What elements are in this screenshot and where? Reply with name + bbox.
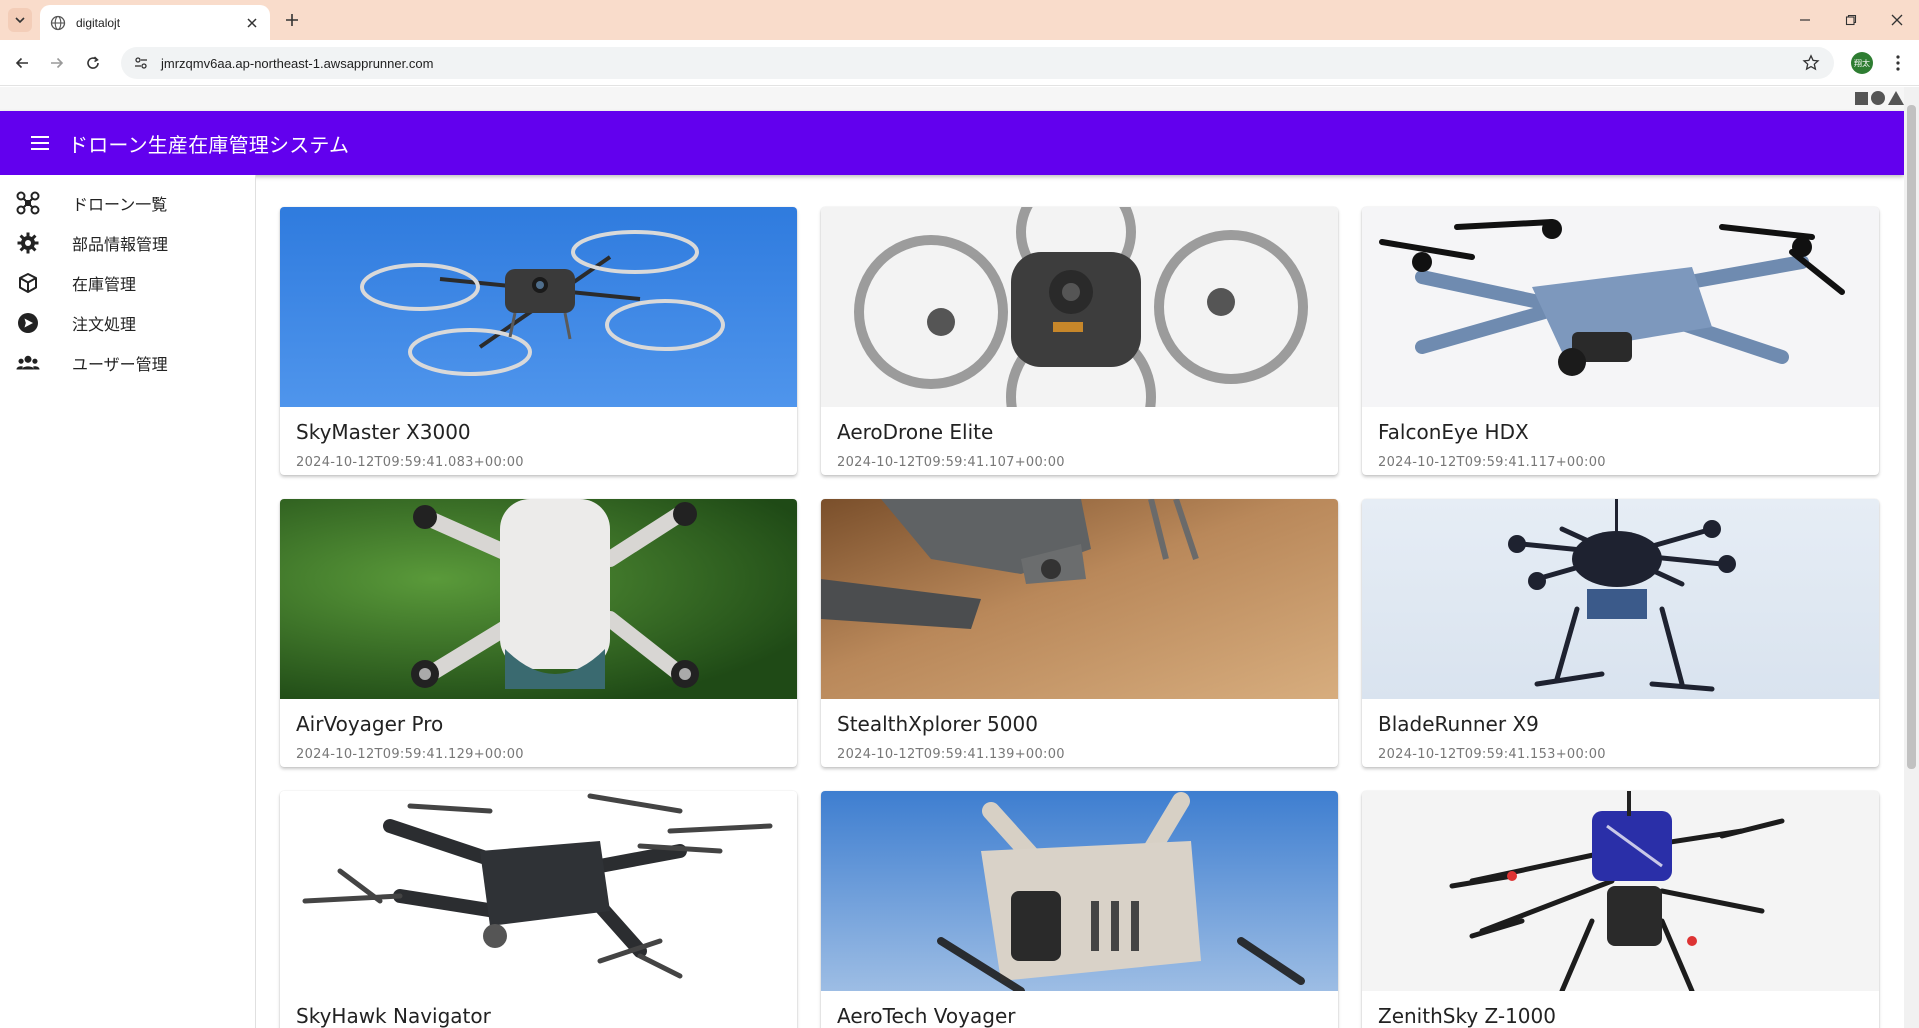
arrow-right-icon xyxy=(51,57,64,69)
drone-image xyxy=(821,207,1338,407)
drone-image xyxy=(280,499,797,699)
restore-icon xyxy=(1845,14,1857,26)
profile-avatar[interactable]: 翔太 xyxy=(1851,52,1873,74)
more-vert-icon xyxy=(1896,55,1900,71)
scrollbar-thumb[interactable] xyxy=(1907,105,1916,769)
nav-label: 注文処理 xyxy=(72,315,137,334)
menu-button[interactable] xyxy=(28,131,52,155)
drone-name: StealthXplorer 5000 xyxy=(837,712,1038,736)
drone-image xyxy=(1362,207,1879,407)
nav-label: ドローン一覧 xyxy=(72,195,168,214)
shape-indicators xyxy=(1855,91,1904,105)
drone-name: SkyMaster X3000 xyxy=(296,420,471,444)
drone-name: AeroTech Voyager xyxy=(837,1004,1016,1028)
page-scrollbar[interactable] xyxy=(1904,87,1919,1028)
new-tab-button[interactable] xyxy=(282,10,302,30)
drone-date: 2024-10-12T09:59:41.139+00:00 xyxy=(837,747,1065,762)
tab-search-button[interactable] xyxy=(8,8,32,32)
send-icon xyxy=(16,311,40,335)
drone-date: 2024-10-12T09:59:41.129+00:00 xyxy=(296,747,524,762)
browser-toolbar: jmrzqmv6aa.ap-northeast-1.awsapprunner.c… xyxy=(0,40,1919,86)
top-strip xyxy=(0,87,1904,111)
drone-card[interactable]: ZenithSky Z-1000 xyxy=(1362,791,1879,1028)
restore-button[interactable] xyxy=(1839,8,1863,32)
drone-name: ZenithSky Z-1000 xyxy=(1378,1004,1556,1028)
drone-image xyxy=(1362,499,1879,699)
drone-name: AeroDrone Elite xyxy=(837,420,994,444)
site-settings-icon[interactable] xyxy=(133,55,149,71)
plus-icon xyxy=(286,14,298,26)
drone-card[interactable]: BladeRunner X9 2024-10-12T09:59:41.153+0… xyxy=(1362,499,1879,767)
nav-label: ユーザー管理 xyxy=(72,355,168,374)
browser-menu-button[interactable] xyxy=(1888,52,1908,74)
drone-icon xyxy=(16,191,40,215)
drone-card[interactable]: SkyHawk Navigator xyxy=(280,791,797,1028)
chevron-down-icon xyxy=(15,17,25,24)
minimize-button[interactable] xyxy=(1793,8,1817,32)
reload-icon xyxy=(87,56,99,69)
reload-button[interactable] xyxy=(81,51,105,75)
nav-item-drone-list[interactable]: ドローン一覧 xyxy=(0,183,255,223)
drone-grid: SkyMaster X3000 2024-10-12T09:59:41.083+… xyxy=(280,207,1880,1028)
app-title: ドローン生産在庫管理システム xyxy=(68,132,350,157)
forward-button[interactable] xyxy=(45,51,69,75)
close-icon xyxy=(1891,14,1903,26)
hamburger-icon xyxy=(31,136,49,150)
drone-card[interactable]: FalconEye HDX 2024-10-12T09:59:41.117+00… xyxy=(1362,207,1879,475)
nav-label: 在庫管理 xyxy=(72,275,137,294)
drone-name: FalconEye HDX xyxy=(1378,420,1529,444)
nav-item-inventory[interactable]: 在庫管理 xyxy=(0,263,255,303)
drone-date: 2024-10-12T09:59:41.117+00:00 xyxy=(1378,455,1606,470)
drone-name: BladeRunner X9 xyxy=(1378,712,1539,736)
drone-date: 2024-10-12T09:59:41.153+00:00 xyxy=(1378,747,1606,762)
drone-card[interactable]: AeroDrone Elite 2024-10-12T09:59:41.107+… xyxy=(821,207,1338,475)
tab-title: digitalojt xyxy=(76,15,121,30)
url-text: jmrzqmv6aa.ap-northeast-1.awsapprunner.c… xyxy=(161,55,434,71)
browser-tab[interactable]: digitalojt xyxy=(40,5,270,40)
gear-icon xyxy=(16,231,40,255)
nav-drawer: ドローン一覧 部品情報管理 在庫管理 注文処理 ユーザー管理 xyxy=(0,175,256,1028)
triangle-icon xyxy=(1888,91,1904,105)
minimize-icon xyxy=(1800,19,1810,21)
drone-image xyxy=(1362,791,1879,991)
drone-date: 2024-10-12T09:59:41.107+00:00 xyxy=(837,455,1065,470)
drone-card[interactable]: AirVoyager Pro 2024-10-12T09:59:41.129+0… xyxy=(280,499,797,767)
drone-image xyxy=(821,791,1338,991)
drone-image xyxy=(821,499,1338,699)
page-viewport: ドローン生産在庫管理システム ドローン一覧 部品情報管理 在庫管理 注文処理 ユ… xyxy=(0,87,1919,1028)
nav-item-parts[interactable]: 部品情報管理 xyxy=(0,223,255,263)
square-icon xyxy=(1855,91,1868,105)
bookmark-star-icon[interactable] xyxy=(1802,54,1820,72)
drone-date: 2024-10-12T09:59:41.083+00:00 xyxy=(296,455,524,470)
drone-image xyxy=(280,791,797,991)
drone-name: SkyHawk Navigator xyxy=(296,1004,491,1028)
drone-image xyxy=(280,207,797,407)
close-tab-icon[interactable] xyxy=(244,15,260,31)
close-window-button[interactable] xyxy=(1885,8,1909,32)
address-bar[interactable]: jmrzqmv6aa.ap-northeast-1.awsapprunner.c… xyxy=(121,47,1834,79)
nav-label: 部品情報管理 xyxy=(72,235,169,254)
drone-card[interactable]: StealthXplorer 5000 2024-10-12T09:59:41.… xyxy=(821,499,1338,767)
browser-tabstrip: digitalojt xyxy=(0,0,1919,40)
drone-card[interactable]: AeroTech Voyager xyxy=(821,791,1338,1028)
drone-name: AirVoyager Pro xyxy=(296,712,444,736)
nav-item-users[interactable]: ユーザー管理 xyxy=(0,343,255,383)
back-button[interactable] xyxy=(10,51,34,75)
users-icon xyxy=(16,351,40,375)
globe-icon xyxy=(50,15,66,30)
arrow-left-icon xyxy=(15,57,28,69)
box-icon xyxy=(16,271,40,295)
nav-item-orders[interactable]: 注文処理 xyxy=(0,303,255,343)
app-bar: ドローン生産在庫管理システム xyxy=(0,111,1904,175)
drone-card[interactable]: SkyMaster X3000 2024-10-12T09:59:41.083+… xyxy=(280,207,797,475)
circle-icon xyxy=(1871,91,1885,105)
